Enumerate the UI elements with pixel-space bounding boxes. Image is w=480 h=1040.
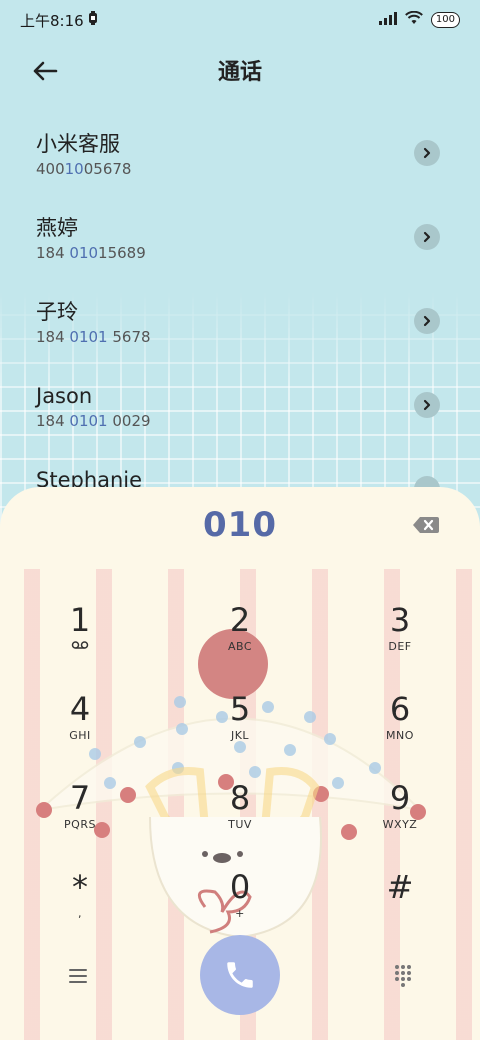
contact-number: 184 0101 0029 [36, 412, 151, 430]
dialpad-toggle-button[interactable] [390, 962, 416, 988]
contact-name: Jason [36, 384, 93, 408]
contact-name: 子玲 [36, 300, 78, 324]
voicemail-icon [71, 641, 89, 649]
menu-button[interactable] [64, 965, 92, 987]
contact-item[interactable]: 子玲 184 0101 5678 [0, 280, 480, 364]
arrow-left-icon [33, 61, 58, 81]
key-8[interactable]: 8 TUV [180, 778, 300, 858]
contact-name: 小米客服 [36, 132, 120, 156]
dialpad-icon [395, 965, 411, 987]
contact-number: 184 01015689 [36, 244, 146, 262]
contact-number: 184 0101 5678 [36, 328, 151, 346]
chevron-right-icon [423, 147, 431, 159]
chevron-right-icon [423, 399, 431, 411]
contact-detail-button[interactable] [414, 140, 440, 166]
key-1[interactable]: 1 [20, 600, 140, 680]
dialed-number: 010 [203, 505, 277, 545]
call-button[interactable] [200, 935, 280, 1015]
app-indicator-icon [88, 11, 98, 29]
signal-icon [378, 11, 397, 29]
key-6[interactable]: 6 MNO [340, 689, 460, 769]
backspace-icon [413, 517, 439, 533]
key-9[interactable]: 9 WXYZ [340, 778, 460, 858]
contact-number: 4001005678 [36, 160, 132, 178]
key-star[interactable]: * , [20, 867, 140, 947]
chevron-right-icon [423, 315, 431, 327]
back-button[interactable] [28, 54, 62, 88]
header: 通话 [0, 48, 480, 92]
key-7[interactable]: 7 PQRS [20, 778, 140, 858]
dialer-panel: 010 1 2 ABC 3 DEF 4 GHI 5 JKL 6 MNO 7 PQ… [0, 487, 480, 1040]
menu-icon [69, 969, 87, 983]
status-time: 上午8:16 [20, 11, 84, 30]
contact-name: 燕婷 [36, 216, 78, 240]
contact-item[interactable]: 小米客服 4001005678 [0, 112, 480, 196]
wifi-icon [405, 10, 423, 29]
key-4[interactable]: 4 GHI [20, 689, 140, 769]
contact-detail-button[interactable] [414, 224, 440, 250]
key-3[interactable]: 3 DEF [340, 600, 460, 680]
key-2[interactable]: 2 ABC [180, 600, 300, 680]
page-title: 通话 [217, 60, 262, 85]
chevron-right-icon [423, 231, 431, 243]
contact-detail-button[interactable] [414, 392, 440, 418]
phone-icon [227, 962, 253, 988]
key-5[interactable]: 5 JKL [180, 689, 300, 769]
key-hash[interactable]: # [340, 867, 460, 947]
delete-button[interactable] [412, 515, 440, 535]
status-bar: 上午8:16 100 [0, 0, 480, 40]
battery-indicator: 100 [430, 12, 460, 28]
contact-item[interactable]: Jason 184 0101 0029 [0, 364, 480, 448]
contact-detail-button[interactable] [414, 308, 440, 334]
contact-item[interactable]: 燕婷 184 01015689 [0, 196, 480, 280]
contact-list: 小米客服 4001005678 燕婷 184 01015689 子玲 184 0… [0, 112, 480, 532]
